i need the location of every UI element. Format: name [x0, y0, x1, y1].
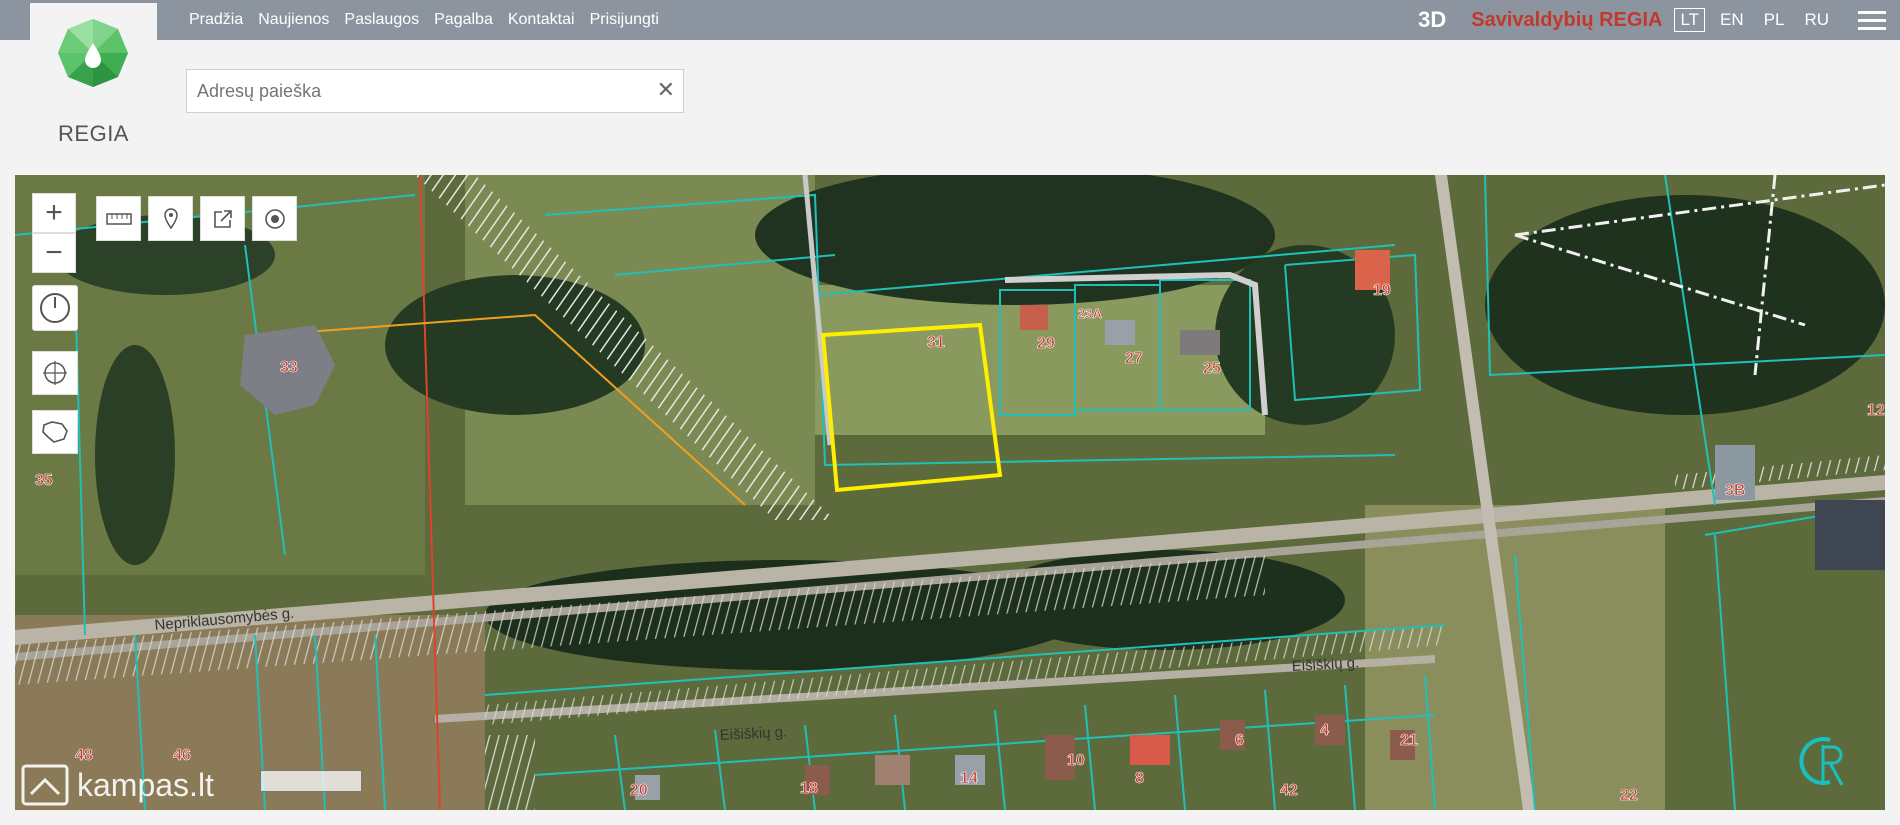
parcel-label: 20 [630, 782, 648, 799]
menu-icon[interactable] [1858, 6, 1886, 35]
parcel-label: 42 [1280, 782, 1298, 799]
logo-text: REGIA [58, 121, 129, 146]
parcel-label: 29 [1037, 335, 1055, 352]
lang-lt[interactable]: LT [1674, 8, 1706, 32]
crosshair-icon[interactable] [32, 351, 78, 395]
nav-login[interactable]: Prisijungti [590, 11, 659, 29]
parcel-label: 19 [1373, 282, 1391, 299]
parcel-label: 4 [1320, 722, 1329, 739]
ruler-icon[interactable] [96, 196, 141, 241]
logo[interactable]: REGIA [30, 3, 157, 153]
parcel-label: 8 [1135, 770, 1144, 787]
watermark: kampas.lt [21, 764, 214, 806]
share-icon[interactable] [200, 196, 245, 241]
brand-title: Savivaldybių REGIA [1471, 8, 1663, 31]
parcel-label: 10 [1067, 752, 1085, 769]
parcel-label: 18 [800, 780, 818, 797]
parcel-label: 14 [960, 770, 978, 787]
main-nav: Pradžia Naujienos Paslaugos Pagalba Kont… [189, 0, 659, 40]
lang-en[interactable]: EN [1715, 9, 1749, 31]
parcel-label: 27 [1125, 350, 1143, 367]
road-label: Eišiškių g. [1291, 654, 1359, 675]
locate-me-icon[interactable] [252, 196, 297, 241]
parcel-label: 6 [1235, 732, 1244, 749]
3d-button[interactable]: 3D [1418, 7, 1446, 33]
parcel-label: 46 [173, 747, 191, 764]
parcel-label: 35 [35, 472, 53, 489]
scale-bar [260, 770, 362, 792]
nav-services[interactable]: Paslaugos [344, 11, 419, 29]
map-view[interactable]: 31 29 27 25 19 33 35 3B 48 46 20 18 14 1… [15, 175, 1885, 810]
parcel-label: 3B [1725, 482, 1745, 499]
location-pin-icon[interactable] [148, 196, 193, 241]
road-label: Eišiškių g. [719, 723, 787, 744]
parcel-label: 23A [1078, 306, 1102, 321]
parcel-label: 12 [1867, 402, 1885, 419]
search-input[interactable] [195, 70, 639, 112]
clear-icon[interactable]: ✕ [657, 78, 675, 102]
map-canvas: 31 29 27 25 19 33 35 3B 48 46 20 18 14 1… [15, 175, 1885, 810]
nav-help[interactable]: Pagalba [434, 11, 493, 29]
region-outline-icon[interactable] [32, 410, 78, 454]
parcel-label: 22 [1620, 787, 1638, 804]
parcel-label: 25 [1203, 360, 1221, 377]
zoom-in-icon[interactable]: + [32, 193, 76, 233]
regia-logo-icon [58, 19, 128, 87]
parcel-label: 31 [927, 334, 945, 351]
watermark-text: kampas.lt [77, 766, 214, 803]
nav-home[interactable]: Pradžia [189, 11, 243, 29]
nav-contacts[interactable]: Kontaktai [508, 11, 575, 29]
lang-pl[interactable]: PL [1759, 9, 1790, 31]
top-bar: Pradžia Naujienos Paslaugos Pagalba Kont… [0, 0, 1900, 40]
history-icon[interactable] [32, 285, 78, 331]
house-icon [21, 764, 69, 806]
nav-news[interactable]: Naujienos [258, 11, 329, 29]
parcel-label: 48 [75, 747, 93, 764]
zoom-out-icon[interactable]: − [32, 233, 76, 273]
parcel-label: 33 [280, 359, 298, 376]
lang-ru[interactable]: RU [1799, 9, 1834, 31]
parcel-label: 21 [1400, 732, 1418, 749]
header-right: 3D Savivaldybių REGIA LT EN PL RU [1418, 0, 1900, 40]
address-search: ✕ [186, 69, 684, 113]
